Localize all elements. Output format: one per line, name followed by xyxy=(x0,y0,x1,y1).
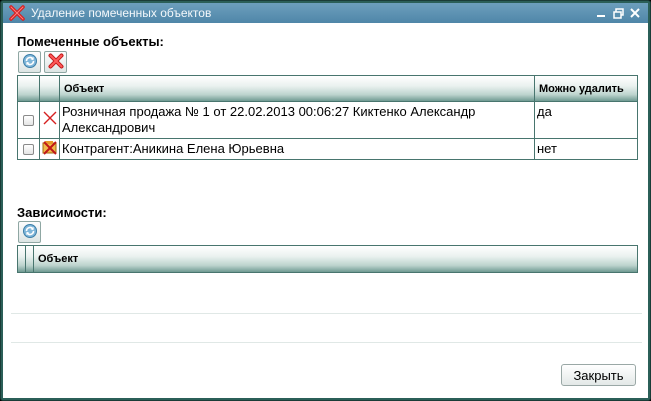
close-icon[interactable] xyxy=(628,6,642,20)
can-delete-column-header[interactable]: Можно удалить xyxy=(535,76,637,101)
catalog-marked-icon xyxy=(42,139,58,159)
document-marked-icon xyxy=(42,110,58,130)
row-object: Розничная продажа № 1 от 22.02.2013 00:0… xyxy=(60,102,535,138)
table-header: Объект xyxy=(18,246,637,272)
table-row[interactable]: Контрагент:Аникина Елена Юрьевна нет xyxy=(18,139,637,159)
marker-column-header[interactable] xyxy=(18,246,26,272)
row-checkbox[interactable] xyxy=(23,143,34,155)
window-title: Удаление помеченных объектов xyxy=(31,6,212,20)
table-row[interactable]: Розничная продажа № 1 от 22.02.2013 00:0… xyxy=(18,102,637,139)
check-column-header[interactable] xyxy=(18,76,40,101)
restore-icon[interactable] xyxy=(611,6,625,20)
marked-objects-table: Объект Можно удалить Розничная продажа №… xyxy=(17,75,638,160)
dialog-window: Удаление помеченных объектов Помеченные … xyxy=(0,0,651,401)
refresh-icon xyxy=(22,53,38,72)
row-can-delete: нет xyxy=(537,141,557,156)
icon-column-header[interactable] xyxy=(40,76,60,101)
marker-column-header[interactable] xyxy=(26,246,34,272)
row-can-delete: да xyxy=(537,104,552,119)
object-column-header[interactable]: Объект xyxy=(34,246,637,272)
dialog-body: Помеченные объекты: Объект Можно удалить… xyxy=(3,23,648,398)
refresh-dependencies-button[interactable] xyxy=(18,221,41,243)
row-checkbox[interactable] xyxy=(23,114,34,126)
delete-marked-icon xyxy=(9,5,25,21)
minimize-icon[interactable] xyxy=(594,6,608,20)
marked-objects-label: Помеченные объекты: xyxy=(17,34,164,49)
refresh-marked-button[interactable] xyxy=(18,51,41,73)
dependencies-label: Зависимости: xyxy=(17,205,107,220)
row-object: Контрагент:Аникина Елена Юрьевна xyxy=(60,139,535,159)
table-header: Объект Можно удалить xyxy=(18,76,637,102)
dependencies-table: Объект xyxy=(17,245,638,273)
title-bar[interactable]: Удаление помеченных объектов xyxy=(3,3,648,23)
status-area xyxy=(11,313,642,343)
object-column-header[interactable]: Объект xyxy=(60,76,535,101)
delete-icon xyxy=(48,53,64,72)
close-button[interactable]: Закрыть xyxy=(561,364,636,386)
refresh-icon xyxy=(22,223,38,242)
delete-marked-button[interactable] xyxy=(44,51,67,73)
